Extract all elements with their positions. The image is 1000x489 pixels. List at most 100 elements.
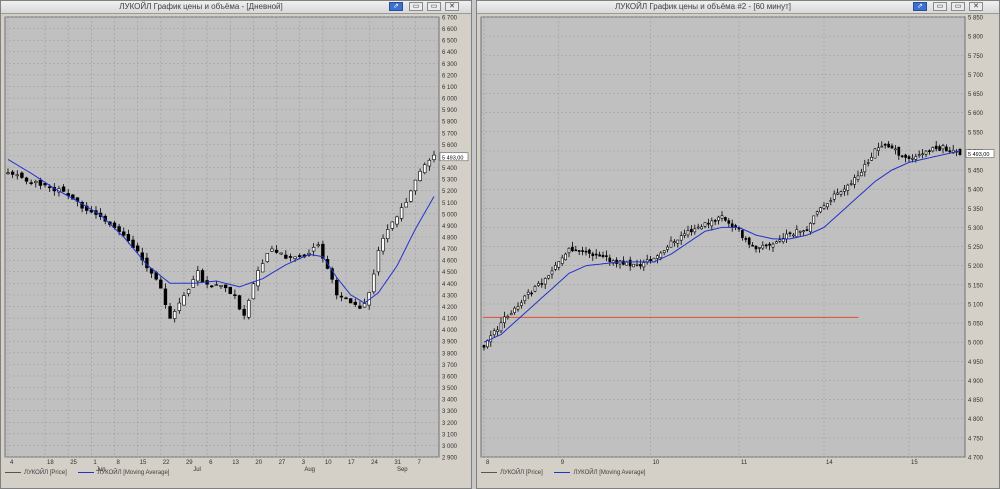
y-tick-label: 4 400 [442, 282, 458, 288]
candle-body [904, 154, 907, 158]
candle-body [47, 186, 52, 189]
chart-window-60min: ЛУКОЙЛ График цены и объёма #2 - [60 мин… [476, 0, 1000, 489]
candle-body [836, 192, 839, 195]
candle-body [591, 253, 595, 256]
y-tick-label: 6 500 [442, 39, 458, 45]
candle-body [707, 222, 710, 225]
hourly-price-chart[interactable]: 5 8505 8005 7505 7005 6505 6005 5505 500… [477, 13, 999, 489]
candle-body [288, 256, 293, 258]
maximize-button[interactable]: ▭ [427, 2, 441, 11]
y-tick-label: 6 300 [442, 62, 458, 68]
candle-body [822, 205, 826, 209]
y-tick-label: 4 750 [968, 436, 984, 442]
x-tick-label: 25 [70, 460, 77, 466]
candle-body [887, 143, 890, 148]
x-tick-label: 13 [232, 460, 239, 466]
daily-price-chart[interactable]: 6 700 6 600 6 500 6 400 6 300 6 200 6 100 6 000… [1, 13, 471, 489]
legend-item-ma: ЛУКОЙЛ [Moving Average] [554, 469, 645, 478]
candle-body [853, 177, 856, 185]
candle-body [710, 220, 714, 227]
y-tick-label: 5 300 [968, 226, 984, 232]
y-tick-label: 5 400 [968, 188, 984, 194]
price-swatch-icon [5, 471, 21, 473]
legend-ma-label: ЛУКОЙЛ [Moving Average] [573, 470, 646, 476]
candle-body [948, 150, 952, 153]
y-tick-label: 5 700 [968, 73, 984, 79]
candle-body [934, 145, 938, 150]
candle-body [237, 295, 242, 310]
candle-body [182, 295, 186, 306]
candle-body [819, 207, 822, 213]
candle-body [798, 230, 802, 233]
candle-body [567, 247, 571, 254]
x-tick-label: 20 [255, 460, 262, 466]
candle-body [163, 288, 168, 305]
candle-body [564, 253, 567, 261]
legend-ma-label: ЛУКОЙЛ [Moving Average] [97, 470, 170, 476]
candle-body [703, 222, 707, 227]
candle-body [785, 233, 788, 240]
candle-body [34, 181, 38, 184]
y-tick-label: 4 700 [968, 456, 984, 462]
candle-body [260, 263, 265, 273]
chart-legend: ЛУКОЙЛ [Price] ЛУКОЙЛ [Moving Average] [5, 469, 431, 478]
y-tick-label: 5 850 [968, 16, 984, 22]
minimize-button[interactable]: ▭ [933, 2, 947, 11]
y-tick-label: 5 600 [968, 111, 984, 117]
candle-body [43, 183, 47, 186]
y-tick-label: 6 200 [442, 73, 458, 79]
candle-body [581, 250, 584, 252]
y-tick-label: 5 150 [968, 283, 984, 289]
candle-body [577, 250, 581, 252]
maximize-button[interactable]: ▭ [951, 2, 965, 11]
y-tick-label: 4 850 [968, 398, 984, 404]
close-button[interactable]: ✕ [445, 2, 459, 11]
x-tick-label: 29 [186, 460, 193, 466]
plot-area [480, 16, 966, 458]
candle-body [928, 150, 931, 152]
x-tick-label: 10 [653, 460, 660, 466]
candle-body [883, 143, 887, 146]
y-tick-label: 6 100 [442, 85, 458, 91]
candle-body [924, 150, 928, 155]
candle-body [432, 154, 436, 160]
candle-body [247, 300, 251, 318]
candle-body [768, 243, 771, 246]
candle-body [274, 249, 279, 253]
candle-body [10, 171, 15, 175]
candle-body [159, 279, 163, 289]
chart-window-daily: ЛУКОЙЛ График цены и объёма - [Дневной] … [0, 0, 472, 489]
candle-body [270, 248, 274, 252]
y-tick-label: 4 500 [442, 270, 458, 276]
y-tick-label: 5 400 [442, 166, 458, 172]
candle-body [605, 255, 608, 257]
candle-body [210, 285, 214, 288]
candle-body [866, 162, 870, 164]
candle-body [907, 156, 911, 159]
candle-body [754, 245, 758, 250]
candle-body [560, 257, 564, 264]
candle-body [635, 263, 639, 266]
pin-icon[interactable]: ⇗ [913, 2, 927, 11]
candle-body [863, 164, 867, 173]
x-tick-label: 8 [117, 460, 121, 466]
candle-body [520, 302, 523, 306]
candle-body [713, 220, 717, 222]
y-tick-label: 3 500 [442, 386, 458, 392]
y-tick-label: 6 400 [442, 50, 458, 56]
minimize-button[interactable]: ▭ [409, 2, 423, 11]
candle-body [265, 253, 270, 263]
y-tick-label: 5 000 [442, 212, 458, 218]
candle-body [427, 159, 432, 167]
pin-icon[interactable]: ⇗ [389, 2, 403, 11]
candle-body [815, 211, 819, 215]
candle-body [423, 164, 427, 174]
close-button[interactable]: ✕ [969, 2, 983, 11]
candle-body [958, 148, 962, 155]
candle-body [509, 313, 513, 316]
candle-body [516, 305, 520, 310]
y-tick-label: 5 800 [442, 120, 458, 126]
legend-item-price: ЛУКОЙЛ [Price] [5, 469, 67, 478]
y-tick-label: 6 000 [442, 97, 458, 103]
x-tick-label: 3 [302, 460, 306, 466]
